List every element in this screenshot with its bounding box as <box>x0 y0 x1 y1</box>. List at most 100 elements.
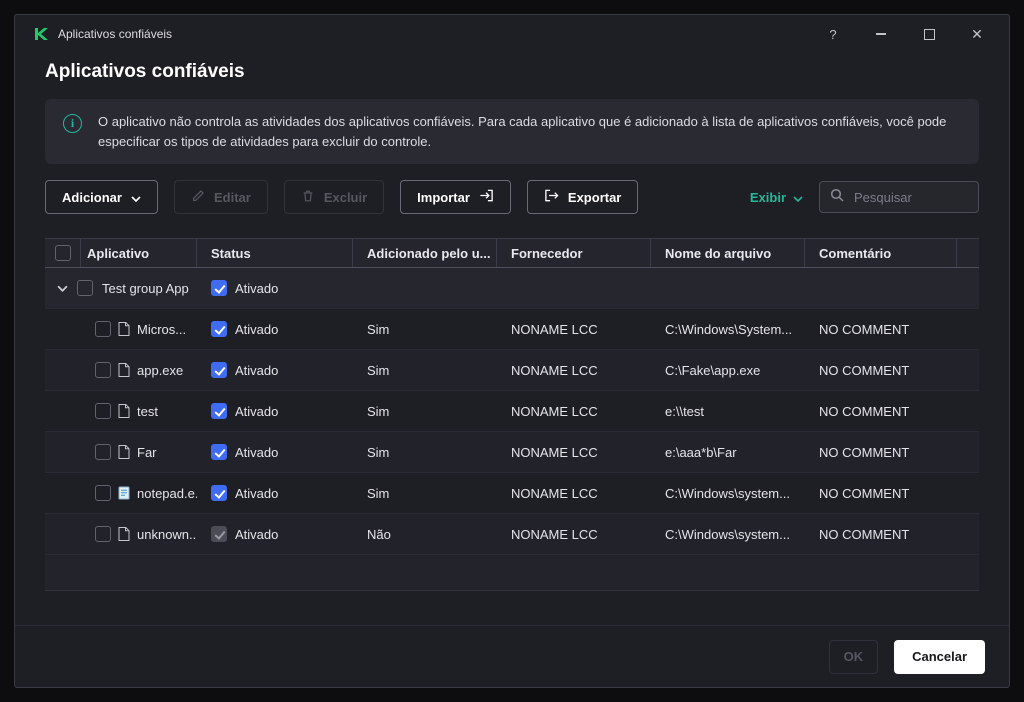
minimize-button[interactable] <box>873 26 889 42</box>
added-by-user-value: Sim <box>367 403 390 419</box>
added-by-user-value: Sim <box>367 485 390 501</box>
status-checkbox[interactable] <box>211 321 227 337</box>
export-icon <box>544 188 559 206</box>
status-label: Ativado <box>235 526 279 542</box>
title-bar: Aplicativos confiáveis ? ✕ <box>15 15 1009 53</box>
table-group-row[interactable]: Test group App Ativado <box>45 268 979 309</box>
row-checkbox[interactable] <box>95 526 111 542</box>
view-dropdown-label: Exibir <box>749 189 786 205</box>
trusted-apps-table: Aplicativo Status Adicionado pelo u... F… <box>45 238 979 591</box>
info-banner: i O aplicativo não controla as atividade… <box>45 99 979 164</box>
column-header-file-name[interactable]: Nome do arquivo <box>651 239 805 267</box>
edit-button[interactable]: Editar <box>173 180 268 214</box>
export-button[interactable]: Exportar <box>526 180 639 214</box>
search-input[interactable] <box>852 188 968 206</box>
table-row[interactable]: test Ativado Sim NONAME LCC e:\\test NO … <box>45 391 979 432</box>
comment-value: NO COMMENT <box>819 362 910 378</box>
row-checkbox[interactable] <box>95 444 111 460</box>
table-row[interactable]: Micros... Ativado Sim NONAME LCC C:\Wind… <box>45 309 979 350</box>
app-name: Far <box>137 444 157 460</box>
status-label: Ativado <box>235 485 279 501</box>
status-label: Ativado <box>235 280 279 296</box>
table-row[interactable]: app.exe Ativado Sim NONAME LCC C:\Fake\a… <box>45 350 979 391</box>
app-name: app.exe <box>137 362 184 378</box>
ok-button[interactable]: OK <box>828 639 879 674</box>
status-label: Ativado <box>235 403 279 419</box>
table-row[interactable]: Far Ativado Sim NONAME LCC e:\aaa*b\Far … <box>45 432 979 473</box>
chevron-down-icon <box>131 190 141 205</box>
view-dropdown[interactable]: Exibir <box>750 190 803 205</box>
table-row[interactable]: unknown... Ativado Não NONAME LCC C:\Win… <box>45 514 979 555</box>
file-icon <box>118 322 130 336</box>
status-checkbox[interactable] <box>211 485 227 501</box>
notepad-icon <box>118 486 130 500</box>
status-checkbox[interactable] <box>211 444 227 460</box>
added-by-user-value: Sim <box>367 362 390 378</box>
app-name: notepad.e... <box>137 485 197 501</box>
select-all-checkbox[interactable] <box>54 245 71 261</box>
row-checkbox[interactable] <box>95 403 111 419</box>
file-icon <box>118 404 130 418</box>
row-checkbox[interactable] <box>77 280 93 296</box>
table-empty-area <box>45 555 979 591</box>
status-label: Ativado <box>235 321 279 337</box>
added-by-user-value: Sim <box>367 321 390 337</box>
column-header-application[interactable]: Aplicativo <box>81 239 197 267</box>
status-checkbox[interactable] <box>211 526 227 542</box>
row-checkbox[interactable] <box>95 321 111 337</box>
file-icon <box>118 363 130 377</box>
app-name: unknown... <box>137 526 197 542</box>
comment-value: NO COMMENT <box>819 526 910 542</box>
import-icon <box>479 188 494 206</box>
edit-button-label: Editar <box>213 189 251 205</box>
search-box <box>819 181 979 213</box>
table-header: Aplicativo Status Adicionado pelo u... F… <box>45 238 979 268</box>
app-name: Micros... <box>137 321 187 337</box>
trash-icon <box>301 189 315 206</box>
add-button[interactable]: Adicionar <box>45 180 158 214</box>
file-icon <box>118 445 130 459</box>
file-path-value: C:\Fake\app.exe <box>665 362 761 378</box>
vendor-value: NONAME LCC <box>511 321 598 337</box>
file-icon <box>118 527 130 541</box>
row-checkbox[interactable] <box>95 362 111 378</box>
help-button[interactable]: ? <box>825 26 841 42</box>
column-header-vendor[interactable]: Fornecedor <box>497 239 651 267</box>
vendor-value: NONAME LCC <box>511 403 598 419</box>
collapse-chevron-icon[interactable] <box>57 285 68 292</box>
kaspersky-logo <box>33 26 49 42</box>
delete-button[interactable]: Excluir <box>283 180 385 214</box>
pencil-icon <box>191 189 205 206</box>
dialog-footer: OK Cancelar <box>15 625 1009 687</box>
column-header-status[interactable]: Status <box>197 239 353 267</box>
table-row[interactable]: notepad.e... Ativado Sim NONAME LCC C:\W… <box>45 473 979 514</box>
column-header-added-by-user[interactable]: Adicionado pelo u... <box>353 239 497 267</box>
page-title: Aplicativos confiáveis <box>45 61 245 82</box>
cancel-button[interactable]: Cancelar <box>894 639 985 674</box>
status-label: Ativado <box>235 362 279 378</box>
import-button-label: Importar <box>417 189 470 205</box>
window-title: Aplicativos confiáveis <box>58 27 173 41</box>
close-button[interactable]: ✕ <box>969 26 985 42</box>
group-name: Test group App <box>102 280 189 296</box>
vendor-value: NONAME LCC <box>511 526 598 542</box>
info-icon: i <box>63 114 82 133</box>
maximize-button[interactable] <box>921 26 937 42</box>
vendor-value: NONAME LCC <box>511 362 598 378</box>
import-button[interactable]: Importar <box>400 180 511 214</box>
status-checkbox[interactable] <box>211 362 227 378</box>
toolbar: Adicionar Editar Excluir Importar Export… <box>45 180 979 214</box>
vendor-value: NONAME LCC <box>511 444 598 460</box>
row-checkbox[interactable] <box>95 485 111 501</box>
file-path-value: e:\\test <box>665 403 705 419</box>
app-name: test <box>137 403 158 419</box>
comment-value: NO COMMENT <box>819 321 910 337</box>
file-path-value: e:\aaa*b\Far <box>665 444 737 460</box>
status-checkbox[interactable] <box>211 280 227 296</box>
added-by-user-value: Não <box>367 526 391 542</box>
status-checkbox[interactable] <box>211 403 227 419</box>
column-header-comment[interactable]: Comentário <box>805 239 957 267</box>
search-icon <box>830 188 844 207</box>
chevron-down-icon <box>793 190 803 205</box>
info-text: O aplicativo não controla as atividades … <box>98 114 947 149</box>
